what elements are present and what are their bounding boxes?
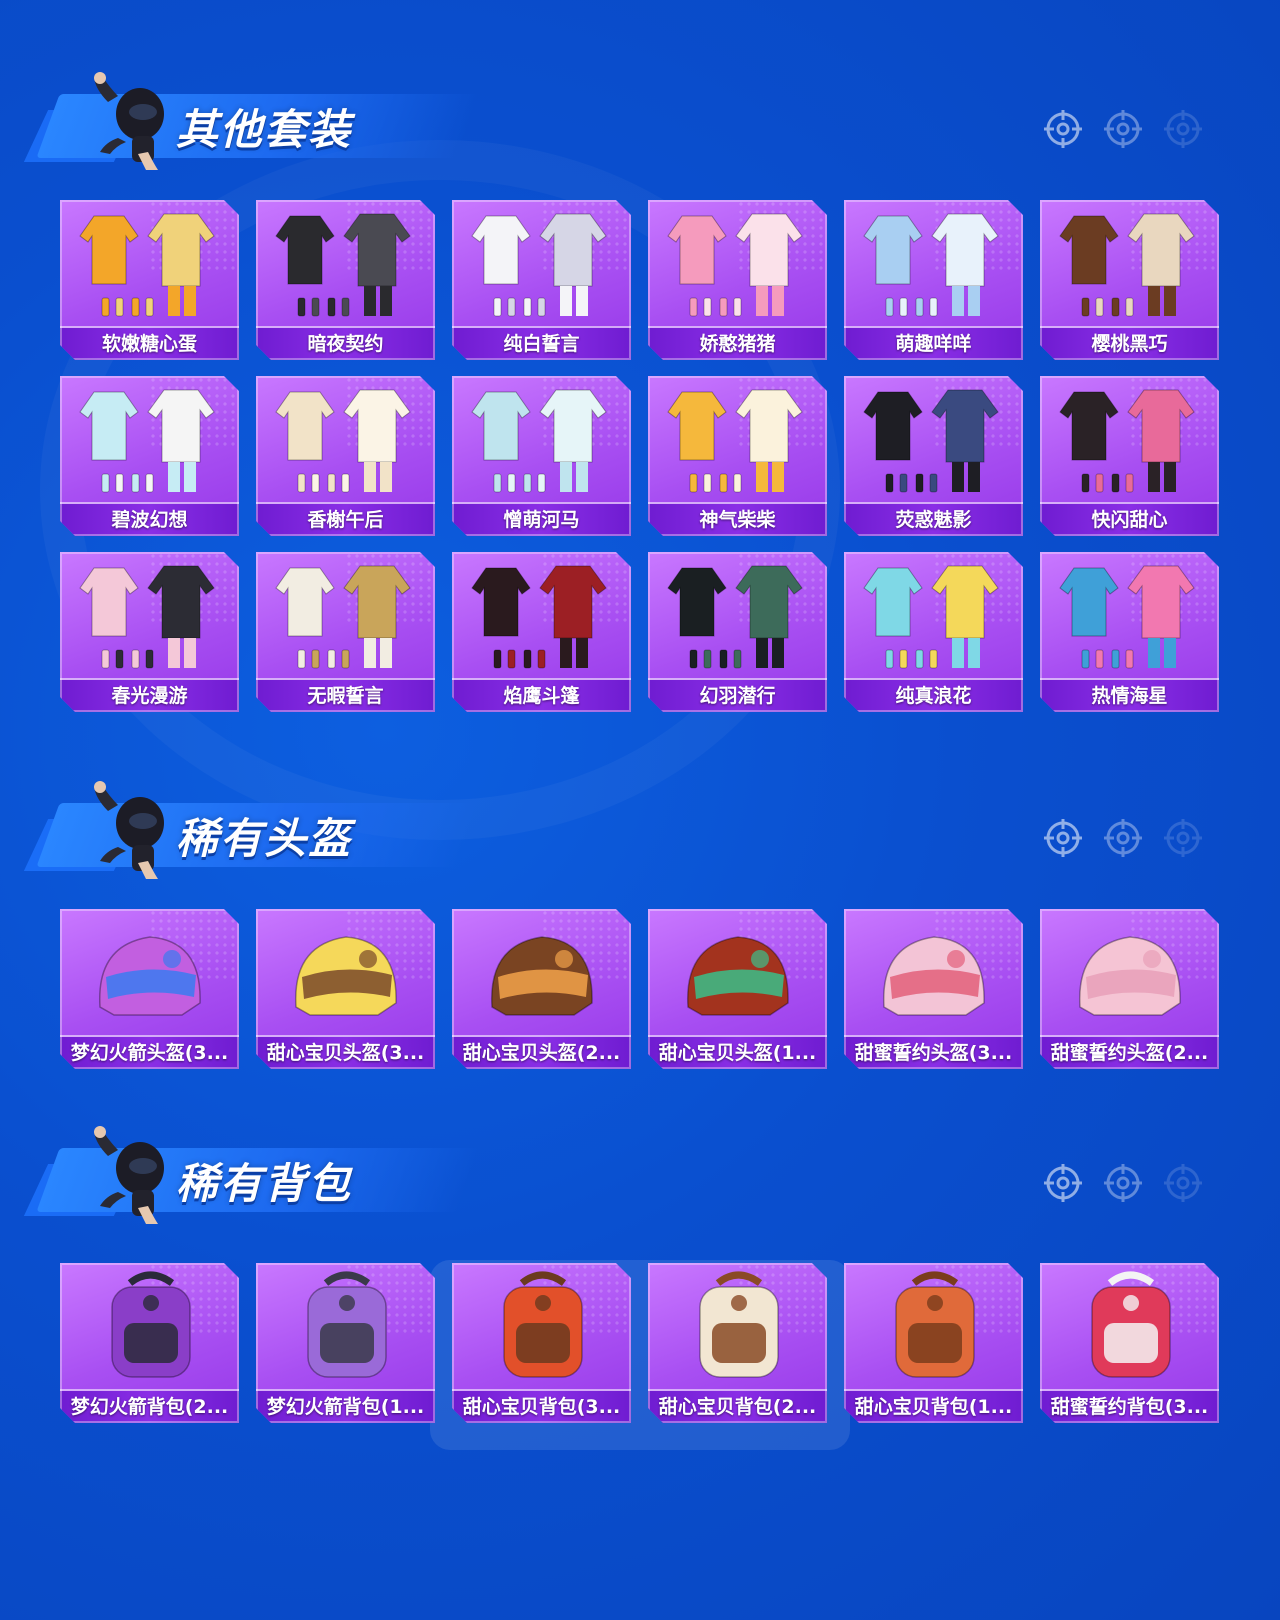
card-border [648,200,827,360]
item-card[interactable]: 甜心宝贝背包(2... [648,1263,827,1423]
section-title: 稀有头盔 [176,814,353,863]
card-border [452,909,631,1069]
item-card[interactable]: 甜心宝贝背包(3... [452,1263,631,1423]
item-card[interactable]: 神气柴柴 [648,376,827,536]
card-border [844,1263,1023,1423]
card-border [256,909,435,1069]
item-card[interactable]: 梦幻火箭背包(1... [256,1263,435,1423]
crosshair-icon [1044,110,1082,148]
item-card[interactable]: 香榭午后 [256,376,435,536]
item-card[interactable]: 樱桃黑巧 [1040,200,1219,360]
item-card[interactable]: 春光漫游 [60,552,239,712]
card-border [1040,1263,1219,1423]
item-card[interactable]: 焰鹰斗篷 [452,552,631,712]
crosshair-icon [1104,110,1142,148]
item-card[interactable]: 无暇誓言 [256,552,435,712]
item-card[interactable]: 憎萌河马 [452,376,631,536]
item-card[interactable]: 甜蜜誓约头盔(2... [1040,909,1219,1069]
card-border [648,376,827,536]
crosshair-icon [1164,1164,1202,1202]
card-border [256,200,435,360]
item-card[interactable]: 软嫩糖心蛋 [60,200,239,360]
card-border [452,200,631,360]
crosshair-icon [1164,110,1202,148]
crosshair-decoration [1042,817,1212,863]
card-border [60,1263,239,1423]
card-border [256,1263,435,1423]
item-card[interactable]: 暗夜契约 [256,200,435,360]
crosshair-decoration [1042,108,1212,154]
mascot-icon [94,781,164,879]
item-card[interactable]: 纯白誓言 [452,200,631,360]
section-header: 稀有头盔 [23,773,1258,883]
item-card[interactable]: 甜心宝贝头盔(2... [452,909,631,1069]
item-card[interactable]: 甜心宝贝背包(1... [844,1263,1023,1423]
crosshair-icon [1164,819,1202,857]
crosshair-icon [1044,819,1082,857]
card-border [648,552,827,712]
card-border [648,909,827,1069]
section-header: 其他套装 [23,64,1258,174]
card-border [60,200,239,360]
item-card[interactable]: 萌趣咩咩 [844,200,1023,360]
crosshair-decoration [1042,1162,1212,1208]
card-border [60,376,239,536]
card-border [844,376,1023,536]
card-border [844,909,1023,1069]
card-border [1040,200,1219,360]
item-card[interactable]: 碧波幻想 [60,376,239,536]
mascot-icon [94,1126,164,1224]
section-title: 稀有背包 [176,1159,353,1208]
item-card[interactable]: 纯真浪花 [844,552,1023,712]
card-border [452,1263,631,1423]
card-border [1040,376,1219,536]
card-border [60,909,239,1069]
card-border [256,376,435,536]
card-border [256,552,435,712]
card-border [648,1263,827,1423]
card-border [1040,552,1219,712]
item-card[interactable]: 热情海星 [1040,552,1219,712]
section-header: 稀有背包 [23,1118,1258,1228]
card-border [452,552,631,712]
card-border [1040,909,1219,1069]
item-card[interactable]: 快闪甜心 [1040,376,1219,536]
item-card[interactable]: 甜心宝贝头盔(3... [256,909,435,1069]
crosshair-icon [1104,1164,1142,1202]
item-card[interactable]: 娇憨猪猪 [648,200,827,360]
item-card[interactable]: 甜蜜誓约头盔(3... [844,909,1023,1069]
card-border [844,552,1023,712]
item-card[interactable]: 甜蜜誓约背包(3... [1040,1263,1219,1423]
item-card[interactable]: 甜心宝贝头盔(1... [648,909,827,1069]
card-border [60,552,239,712]
item-card[interactable]: 梦幻火箭头盔(3... [60,909,239,1069]
item-card[interactable]: 幻羽潜行 [648,552,827,712]
crosshair-icon [1104,819,1142,857]
card-border [452,376,631,536]
crosshair-icon [1044,1164,1082,1202]
section-title: 其他套装 [176,105,353,154]
card-border [844,200,1023,360]
item-card[interactable]: 荧惑魅影 [844,376,1023,536]
mascot-icon [94,72,164,170]
item-card[interactable]: 梦幻火箭背包(2... [60,1263,239,1423]
